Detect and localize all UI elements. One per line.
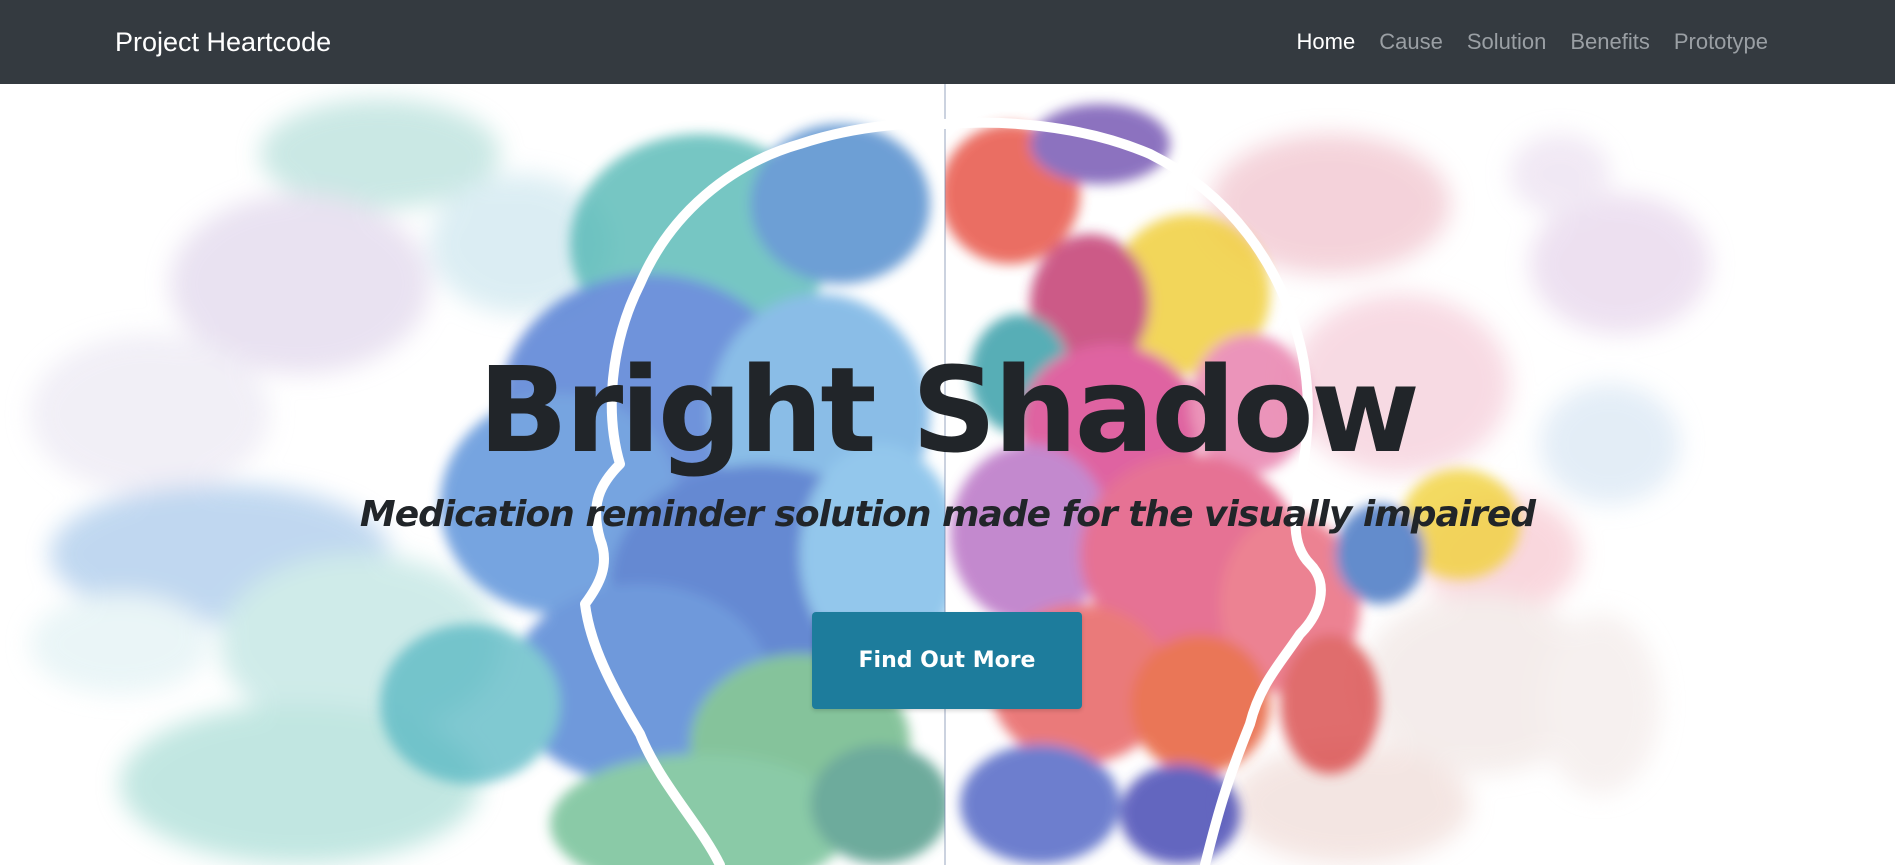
top-navbar: Project Heartcode Home Cause Solution Be…: [0, 0, 1895, 84]
nav-link-solution[interactable]: Solution: [1467, 24, 1547, 60]
hero-section: Bright Shadow Medication reminder soluti…: [0, 84, 1895, 865]
nav-link-cause[interactable]: Cause: [1379, 24, 1443, 60]
nav-link-benefits[interactable]: Benefits: [1570, 24, 1650, 60]
brand-link[interactable]: Project Heartcode: [115, 24, 331, 60]
nav-link-prototype[interactable]: Prototype: [1674, 24, 1768, 60]
hero-title: Bright Shadow: [478, 341, 1420, 479]
find-out-more-button[interactable]: Find Out More: [812, 612, 1082, 709]
hero-subtitle: Medication reminder solution made for th…: [359, 494, 1536, 535]
nav-links: Home Cause Solution Benefits Prototype: [1273, 24, 1768, 60]
nav-link-home[interactable]: Home: [1297, 24, 1356, 60]
